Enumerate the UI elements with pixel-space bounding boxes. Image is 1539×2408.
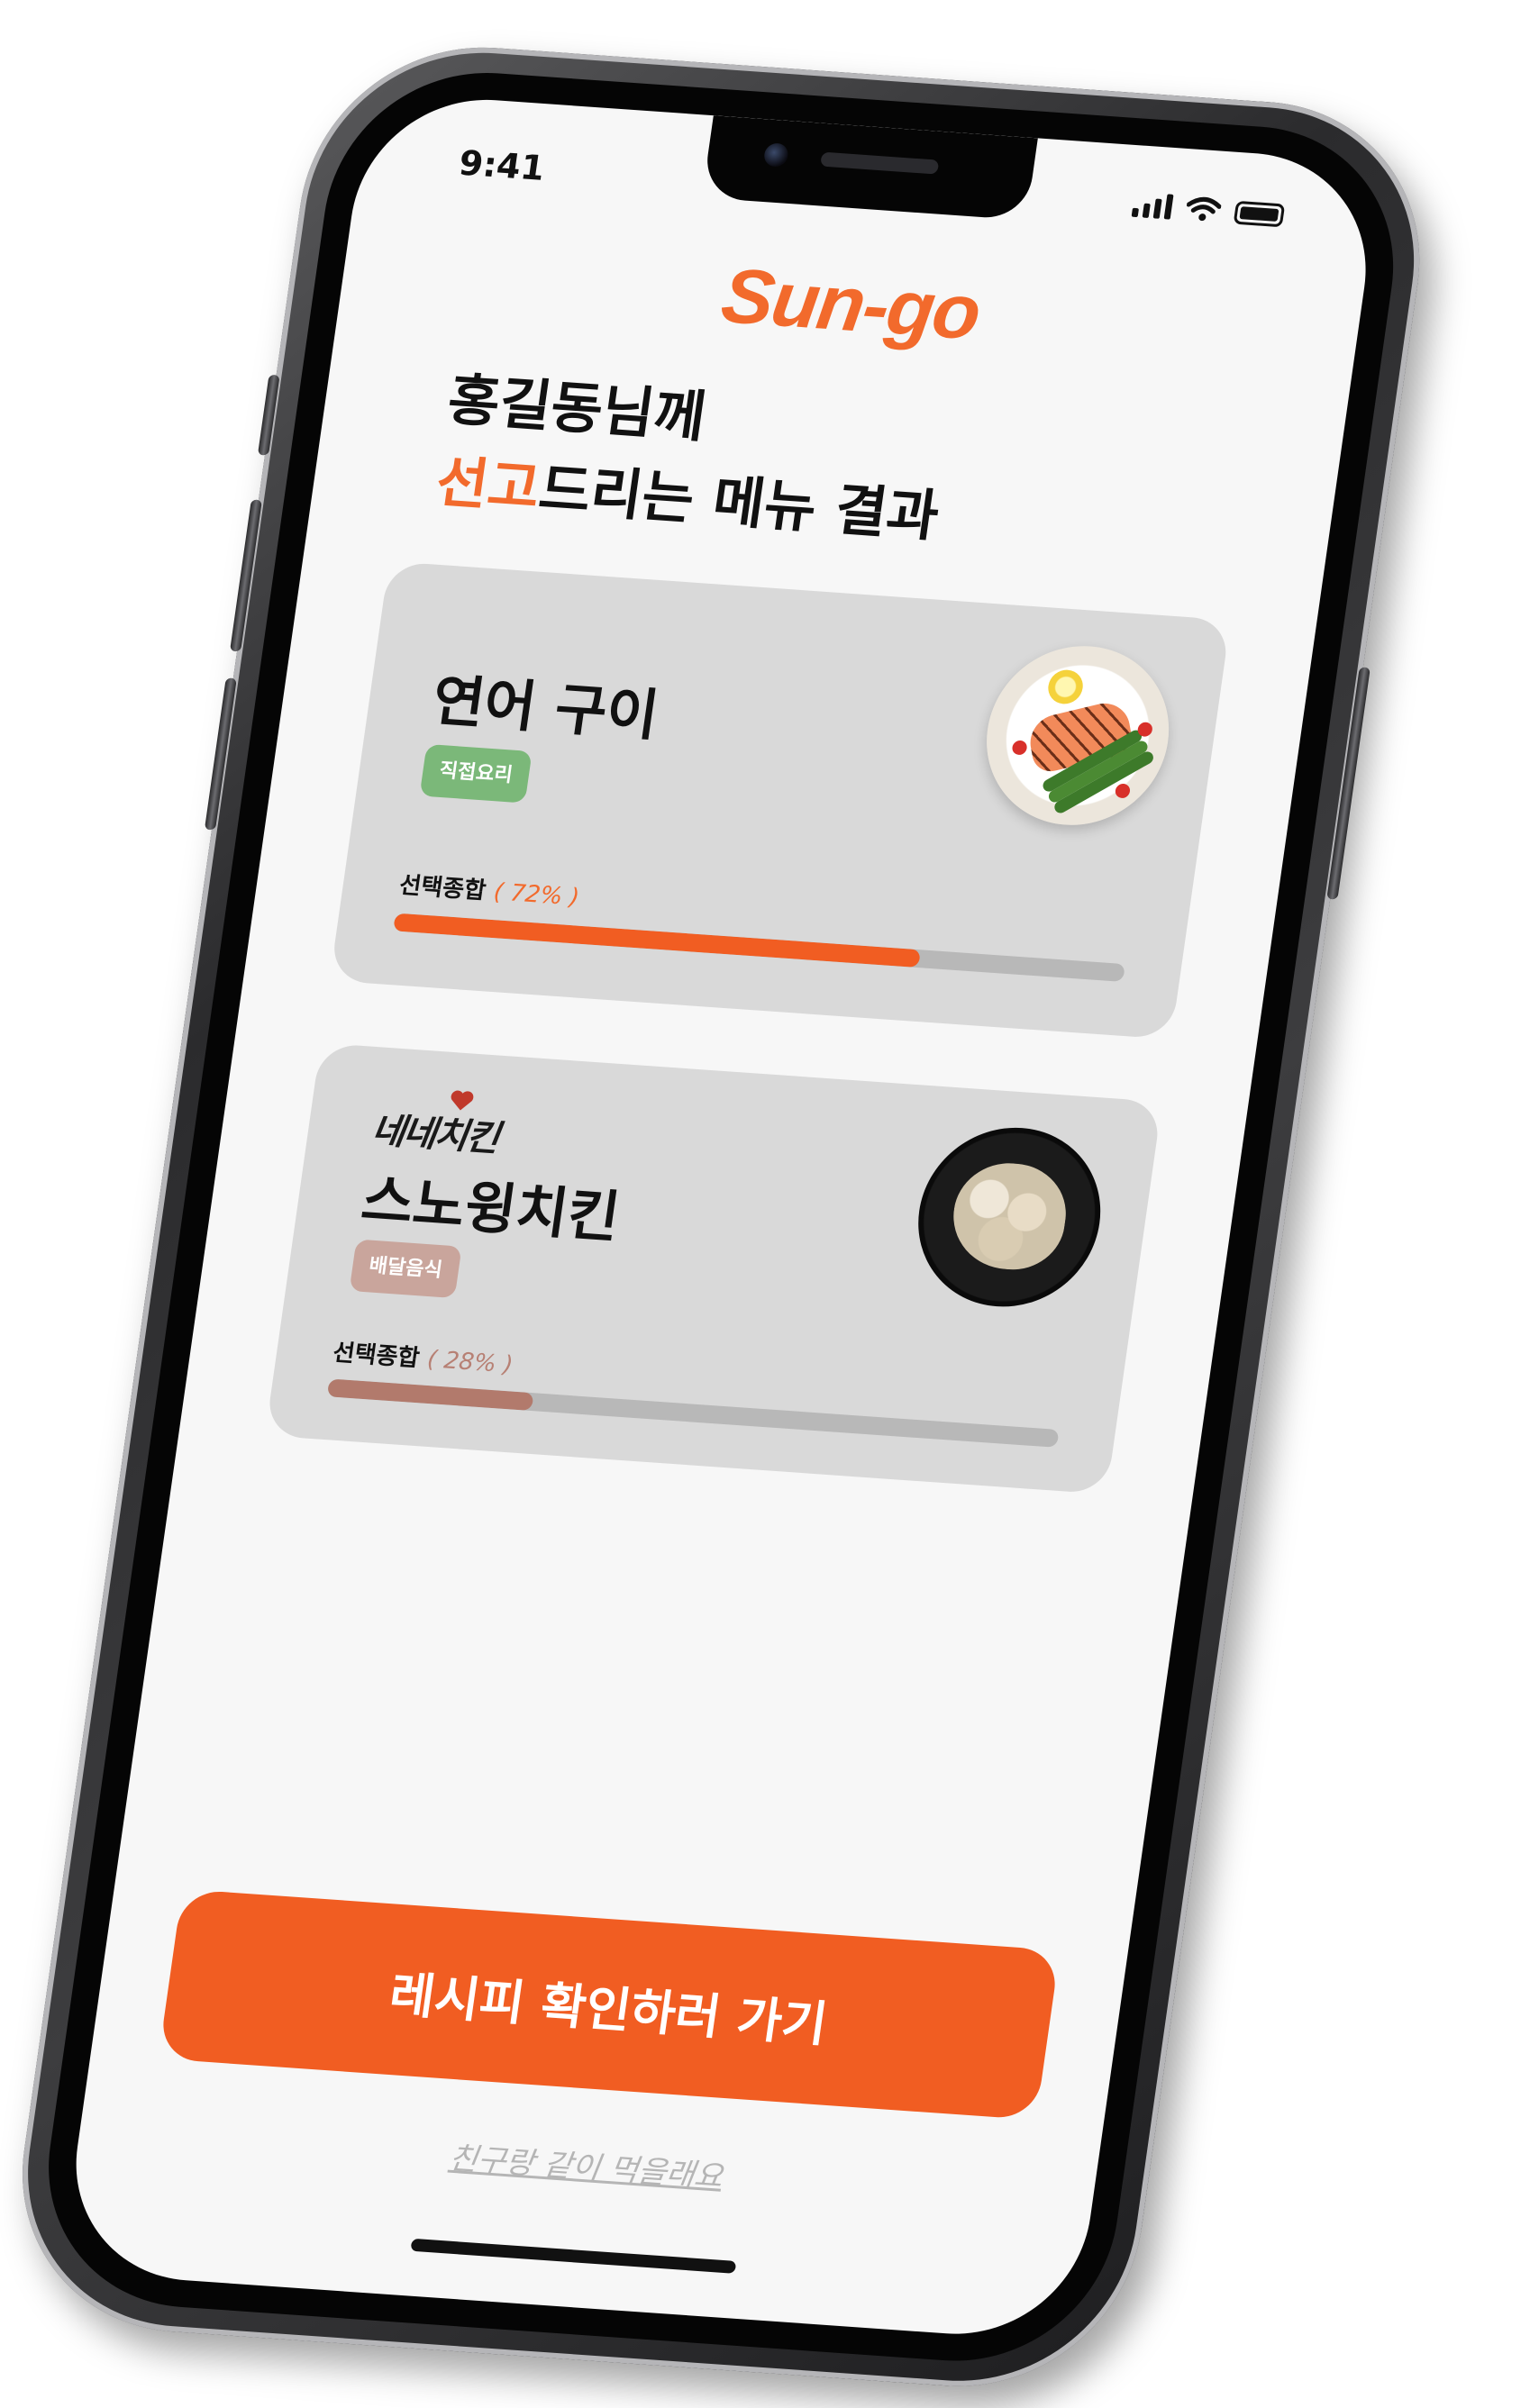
view-recipe-button[interactable]: 레시피 확인하러 가기 xyxy=(158,1888,1061,2121)
result-headline: 홍길동님께 선고드리는 메뉴 결과 xyxy=(431,359,955,558)
score-progress-track xyxy=(326,1378,1060,1448)
score-label: 선택종합 ( 72% ) xyxy=(397,867,582,913)
lemon-icon xyxy=(1045,668,1086,705)
wifi-icon xyxy=(1186,196,1222,222)
snowing-chicken-image xyxy=(906,1122,1113,1313)
category-tag: 배달음식 xyxy=(349,1239,462,1299)
score-percent: ( 72% ) xyxy=(491,878,581,912)
status-icons xyxy=(1131,192,1286,228)
eat-with-friend-label[interactable]: 친구랑 같이 먹을래요 xyxy=(447,2140,725,2195)
grilled-salmon-image xyxy=(975,640,1181,831)
category-tag: 직접요리 xyxy=(419,743,533,804)
front-camera-icon xyxy=(762,142,790,168)
score-progress-fill xyxy=(393,913,922,968)
mockup-stage: 9:41 Sun-go 홍길동님께 선고드리는 메뉴 결과 연어 구이 직접요리… xyxy=(0,0,1539,2408)
fried-chicken-icon xyxy=(946,1159,1073,1273)
menu-name: 연어 구이 xyxy=(428,667,663,749)
result-card-salmon[interactable]: 연어 구이 직접요리 선택종합 ( 72% ) xyxy=(329,561,1231,1040)
home-indicator[interactable] xyxy=(410,2238,737,2274)
score-progress-track xyxy=(393,913,1125,982)
score-percent: ( 28% ) xyxy=(425,1346,515,1379)
status-time: 9:41 xyxy=(456,142,548,188)
score-label: 선택종합 ( 28% ) xyxy=(331,1334,515,1380)
tomato-icon xyxy=(1011,740,1028,756)
result-card-chicken[interactable]: 네네치킨 스노윙치킨 배달음식 선택종합 ( 28% ) xyxy=(265,1042,1162,1495)
cellular-signal-icon xyxy=(1131,192,1174,220)
phone-screen: 9:41 Sun-go 홍길동님께 선고드리는 메뉴 결과 연어 구이 직접요리… xyxy=(59,91,1382,2343)
tomato-icon xyxy=(1114,783,1132,799)
eat-with-friend-link[interactable]: 친구랑 같이 먹을래요 xyxy=(77,2107,1096,2222)
menu-name: 스노윙치킨 xyxy=(357,1167,624,1250)
score-label-text: 선택종합 xyxy=(397,871,488,905)
score-progress-fill xyxy=(326,1378,534,1412)
phone-device: 9:41 Sun-go 홍길동님께 선고드리는 메뉴 결과 연어 구이 직접요리… xyxy=(0,36,1443,2398)
tomato-icon xyxy=(1136,722,1153,738)
earpiece-speaker xyxy=(820,151,940,175)
battery-icon xyxy=(1233,200,1286,228)
score-label-text: 선택종합 xyxy=(331,1339,422,1373)
headline-accent: 선고 xyxy=(432,449,544,522)
brand-logo: 네네치킨 xyxy=(369,1109,501,1160)
